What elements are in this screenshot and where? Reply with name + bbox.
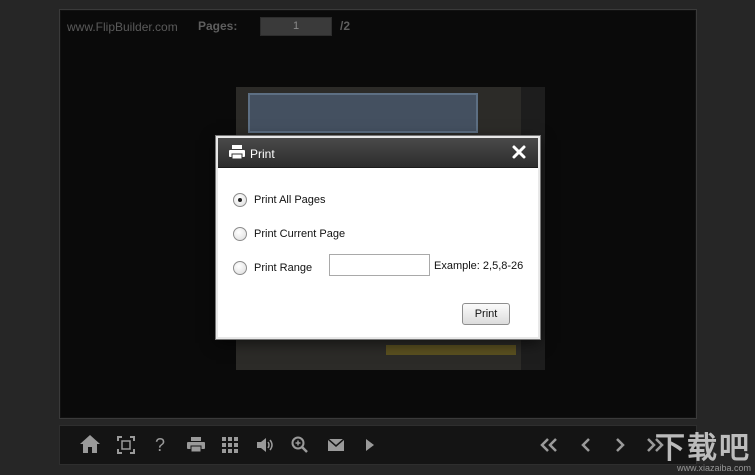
printer-icon	[229, 145, 245, 165]
print-button[interactable]: Print	[462, 303, 510, 325]
print-dialog-body: Print All Pages Print Current Page Print…	[218, 168, 538, 339]
page-image	[248, 93, 478, 133]
viewer-toolbar: ?	[59, 425, 697, 465]
help-icon[interactable]: ?	[150, 434, 170, 456]
first-page-icon[interactable]	[538, 434, 560, 456]
watermark-text: 下载吧	[655, 431, 751, 466]
previous-page-icon[interactable]	[576, 434, 596, 456]
print-all-radio[interactable]	[233, 193, 247, 207]
home-icon[interactable]	[78, 434, 102, 456]
page-highlight	[386, 345, 516, 355]
close-icon[interactable]	[511, 144, 527, 160]
print-current-label: Print Current Page	[254, 228, 346, 240]
next-page-icon[interactable]	[610, 434, 630, 456]
pages-label: Pages:	[198, 19, 238, 33]
autoplay-icon[interactable]	[360, 434, 380, 456]
viewer-topbar: www.FlipBuilder.com Pages: 1 /2	[60, 10, 696, 44]
print-all-label: Print All Pages	[254, 194, 326, 206]
print-current-radio[interactable]	[233, 227, 247, 241]
watermark: 下载吧 www.xiazaiba.com	[655, 423, 751, 473]
email-icon[interactable]	[324, 434, 348, 456]
print-range-option[interactable]: Print Range	[233, 260, 312, 276]
print-all-option[interactable]: Print All Pages	[233, 192, 326, 208]
fullscreen-icon[interactable]	[114, 434, 138, 456]
thumbnails-icon[interactable]	[218, 434, 242, 456]
range-example-text: Example: 2,5,8-26	[434, 260, 524, 272]
print-current-option[interactable]: Print Current Page	[233, 226, 345, 242]
sound-icon[interactable]	[254, 434, 278, 456]
brand-link[interactable]: www.FlipBuilder.com	[67, 20, 178, 34]
page-range-input[interactable]	[329, 254, 430, 276]
print-icon[interactable]	[184, 434, 208, 456]
zoom-in-icon[interactable]	[288, 434, 312, 456]
print-dialog: Print Print All Pages Print Current Page…	[216, 136, 540, 339]
page-total: /2	[340, 19, 351, 33]
print-dialog-title: Print	[250, 147, 275, 161]
print-dialog-header: Print	[218, 138, 538, 168]
page-number-input[interactable]: 1	[260, 17, 332, 36]
print-range-label: Print Range	[254, 262, 313, 274]
print-range-radio[interactable]	[233, 261, 247, 275]
